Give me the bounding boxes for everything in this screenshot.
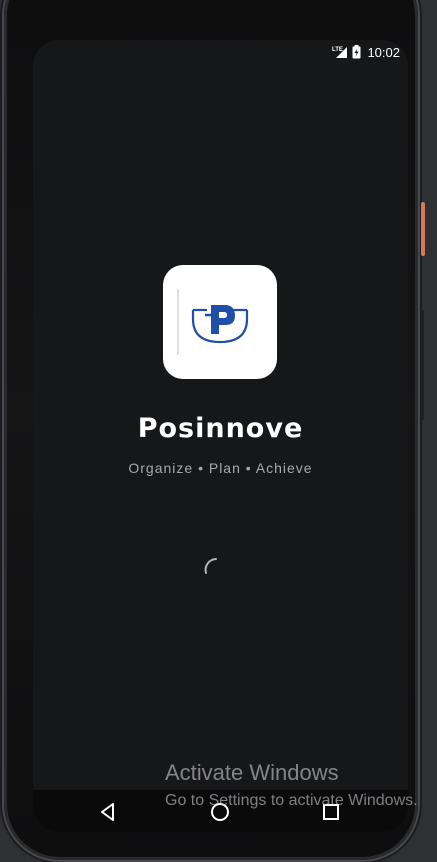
app-tagline: Organize • Plan • Achieve — [128, 460, 313, 476]
back-icon[interactable] — [96, 800, 120, 824]
battery-charging-icon — [352, 45, 361, 59]
status-icons: LTE 10:02 — [332, 44, 400, 60]
network-type-label: LTE — [332, 47, 343, 53]
power-button[interactable] — [421, 202, 425, 256]
status-bar: LTE 10:02 — [33, 40, 408, 64]
navigation-bar — [33, 790, 408, 832]
volume-rocker[interactable] — [421, 310, 424, 420]
app-title: Posinnove — [137, 413, 304, 444]
status-time: 10:02 — [367, 44, 400, 60]
phone-screen: LTE 10:02 Posinnove Organize • Plan • Ac… — [33, 40, 408, 832]
app-logo — [163, 265, 277, 379]
lte-signal-icon: LTE — [332, 47, 348, 58]
desktop-background: LTE 10:02 Posinnove Organize • Plan • Ac… — [0, 0, 437, 862]
home-icon[interactable] — [208, 800, 232, 824]
posinnove-logo-icon — [177, 289, 249, 355]
loading-spinner-icon — [204, 558, 217, 574]
recents-icon[interactable] — [319, 800, 343, 824]
